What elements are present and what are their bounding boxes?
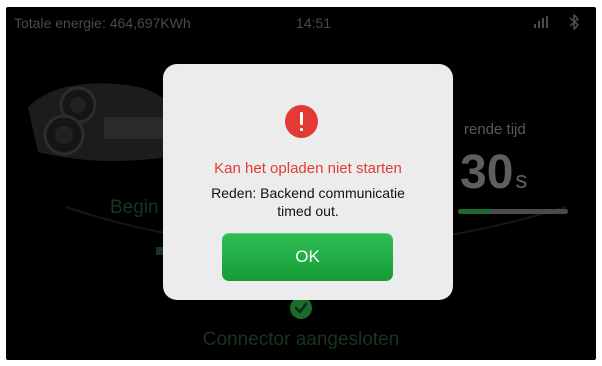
charging-progress-fill [458, 209, 491, 214]
remaining-time-label: rende tijd [464, 121, 526, 138]
car-icon [28, 83, 176, 161]
begin-label: Begin [110, 197, 159, 218]
error-dialog: Kan het opladen niet starten Reden: Back… [163, 64, 453, 300]
remaining-time-unit: s [515, 167, 528, 194]
connector-status-label: Connector aangesloten [202, 329, 400, 350]
ok-button[interactable]: OK [222, 233, 393, 281]
charging-progress-bar [458, 209, 568, 214]
dialog-message: Reden: Backend communicatie timed out. [183, 184, 433, 220]
remaining-time-value: 30s [460, 145, 527, 200]
check-icon [290, 297, 312, 319]
dialog-title: Kan het opladen niet starten [214, 160, 402, 177]
remaining-time-number: 30 [460, 146, 514, 199]
charger-screen: Totale energie: 464,697KWh 14:51 Begin r… [6, 7, 596, 360]
dialog-message-line2: timed out. [277, 203, 339, 219]
dialog-message-line1: Reden: Backend communicatie [211, 185, 405, 201]
error-exclamation-icon [285, 105, 318, 138]
